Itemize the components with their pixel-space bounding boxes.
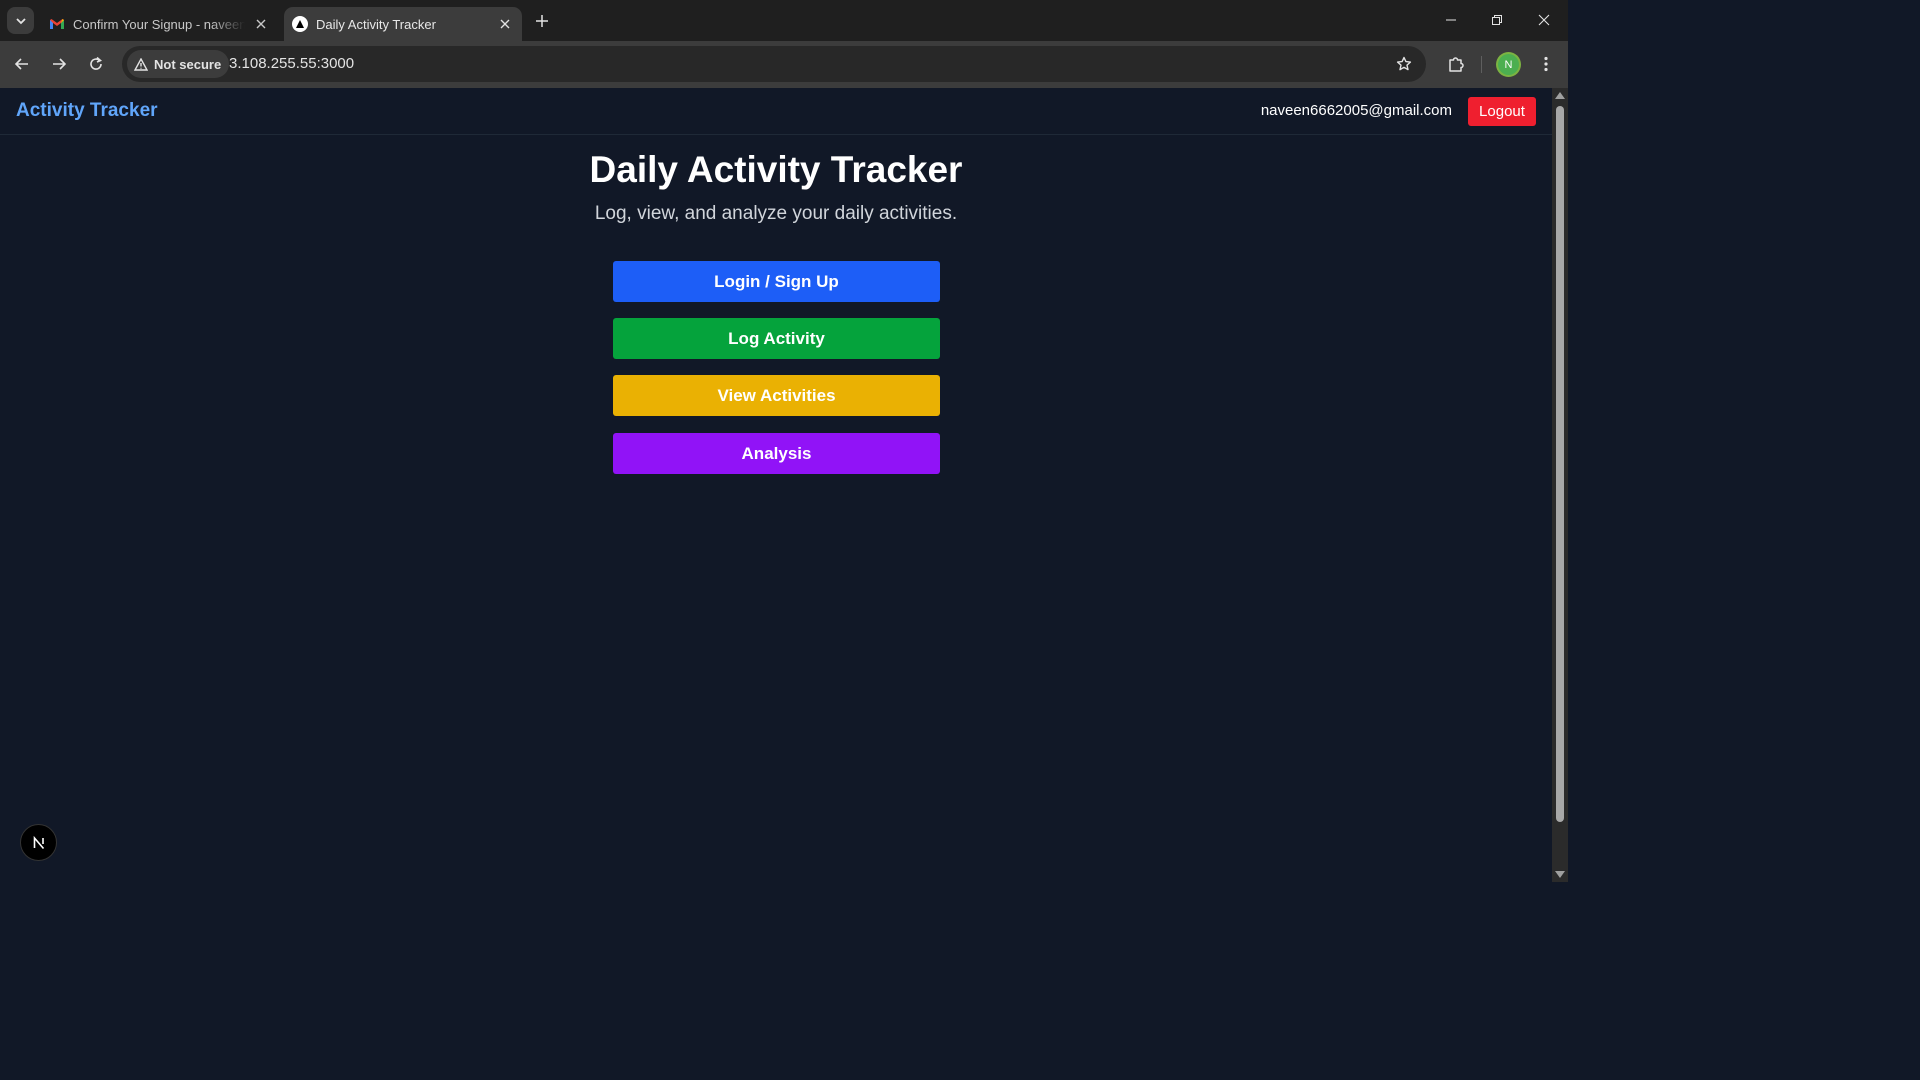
url-text[interactable]: 3.108.255.55:3000 bbox=[229, 55, 354, 72]
nextjs-dev-indicator[interactable] bbox=[20, 824, 57, 861]
scroll-down-arrow-icon[interactable] bbox=[1555, 871, 1565, 878]
tab-gmail[interactable]: Confirm Your Signup - naveen6662005@gmai… bbox=[40, 7, 278, 41]
tab-search-button[interactable] bbox=[7, 7, 34, 34]
warning-icon bbox=[134, 57, 148, 71]
more-vertical-icon bbox=[1544, 56, 1548, 72]
view-activities-button[interactable]: View Activities bbox=[613, 375, 940, 416]
gmail-icon bbox=[50, 19, 64, 29]
page-viewport: Activity Tracker naveen6662005@gmail.com… bbox=[0, 88, 1552, 882]
app-navbar: Activity Tracker naveen6662005@gmail.com… bbox=[0, 88, 1552, 135]
close-tab-icon[interactable] bbox=[497, 16, 513, 32]
tab-title: Confirm Your Signup - naveen6662005@gmai… bbox=[73, 16, 245, 32]
analysis-button[interactable]: Analysis bbox=[613, 433, 940, 474]
arrow-right-icon bbox=[53, 58, 67, 70]
extensions-button[interactable] bbox=[1441, 49, 1471, 79]
browser-toolbar: Not secure 3.108.255.55:3000 N bbox=[0, 41, 1568, 88]
nextjs-icon bbox=[292, 16, 308, 32]
address-bar[interactable]: Not secure 3.108.255.55:3000 bbox=[122, 46, 1426, 82]
browser-menu-button[interactable] bbox=[1531, 49, 1561, 79]
close-tab-icon[interactable] bbox=[253, 16, 269, 32]
profile-avatar[interactable]: N bbox=[1498, 54, 1519, 75]
reload-icon bbox=[90, 56, 102, 70]
user-email: naveen6662005@gmail.com bbox=[1260, 102, 1452, 119]
nextjs-logo-icon bbox=[33, 835, 44, 849]
log-activity-button[interactable]: Log Activity bbox=[613, 318, 940, 359]
new-tab-button[interactable] bbox=[530, 9, 554, 33]
back-button[interactable] bbox=[7, 49, 37, 79]
app-brand[interactable]: Activity Tracker bbox=[16, 100, 158, 122]
bookmark-button[interactable] bbox=[1394, 54, 1414, 74]
page-title: Daily Activity Tracker bbox=[589, 149, 963, 190]
tab-daily-activity-tracker[interactable]: Daily Activity Tracker bbox=[284, 7, 522, 41]
browser-tab-strip: Confirm Your Signup - naveen6662005@gmai… bbox=[0, 0, 1568, 41]
minimize-icon bbox=[1446, 19, 1456, 21]
close-icon bbox=[1538, 14, 1550, 26]
chevron-down-icon bbox=[15, 17, 26, 24]
scrollbar-thumb[interactable] bbox=[1556, 106, 1564, 822]
logout-button[interactable]: Logout bbox=[1468, 97, 1536, 126]
site-info-chip[interactable]: Not secure bbox=[127, 50, 230, 78]
star-icon bbox=[1396, 56, 1412, 71]
scroll-up-arrow-icon[interactable] bbox=[1555, 92, 1565, 99]
forward-button[interactable] bbox=[44, 49, 74, 79]
arrow-left-icon bbox=[14, 58, 28, 70]
plus-icon bbox=[536, 15, 548, 27]
restore-button[interactable] bbox=[1474, 0, 1520, 40]
login-signup-button[interactable]: Login / Sign Up bbox=[613, 261, 940, 302]
security-label: Not secure bbox=[154, 56, 222, 72]
tab-title: Daily Activity Tracker bbox=[316, 16, 436, 32]
restore-icon bbox=[1492, 15, 1502, 25]
close-window-button[interactable] bbox=[1521, 0, 1567, 40]
minimize-button[interactable] bbox=[1428, 0, 1474, 40]
puzzle-icon bbox=[1449, 57, 1464, 72]
page-scrollbar[interactable] bbox=[1552, 88, 1568, 882]
reload-button[interactable] bbox=[81, 49, 111, 79]
page-subtitle: Log, view, and analyze your daily activi… bbox=[594, 203, 958, 224]
toolbar-divider bbox=[1481, 56, 1482, 73]
